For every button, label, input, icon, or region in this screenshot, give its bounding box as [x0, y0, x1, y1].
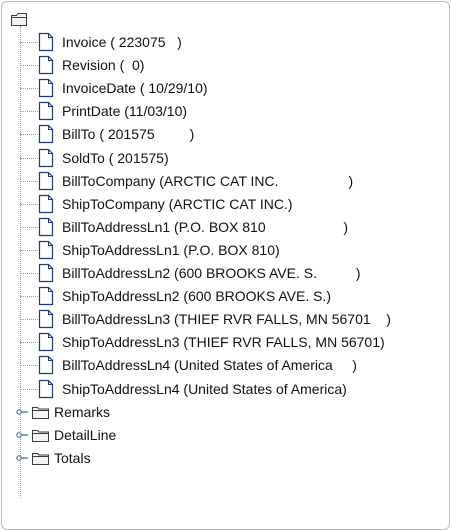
node-label: BillToAddressLn2 (600 BROOKS AVE. S. )	[62, 265, 361, 281]
tree-connector	[20, 133, 38, 135]
tree-leaf-node[interactable]: ShipToAddressLn3 (THIEF RVR FALLS, MN 56…	[20, 331, 385, 353]
tree-leaf-node[interactable]: Revision ( 0)	[20, 54, 144, 76]
node-label: ShipToCompany (ARCTIC CAT INC.)	[62, 196, 293, 212]
folder-icon	[32, 406, 49, 419]
tree-connector	[20, 157, 38, 159]
xml-tree: Invoice ( 223075 ) Revision ( 0) Invoice…	[2, 2, 449, 529]
document-icon	[38, 78, 54, 98]
node-label: Revision ( 0)	[62, 57, 145, 73]
node-label: BillToAddressLn3 (THIEF RVR FALLS, MN 56…	[62, 311, 391, 327]
document-icon	[38, 379, 54, 399]
tree-connector	[20, 272, 38, 274]
node-label: Invoice ( 223075 )	[62, 34, 182, 50]
document-icon	[38, 194, 54, 214]
node-label: Totals	[54, 450, 91, 466]
node-label: BillToAddressLn4 (United States of Ameri…	[62, 357, 357, 373]
document-icon	[38, 148, 54, 168]
tree-leaf-node[interactable]: Invoice ( 223075 )	[20, 31, 182, 53]
node-label: InvoiceDate ( 10/29/10)	[62, 80, 208, 96]
document-icon	[38, 240, 54, 260]
document-icon	[38, 217, 54, 237]
tree-leaf-node[interactable]: BillToAddressLn4 (United States of Ameri…	[20, 354, 357, 376]
tree-connector	[20, 341, 38, 343]
tree-connector	[20, 41, 38, 43]
node-label: Remarks	[54, 404, 111, 420]
document-icon	[38, 101, 54, 121]
folder-icon	[32, 452, 49, 465]
tree-connector	[20, 180, 38, 182]
document-icon	[38, 124, 54, 144]
tree-leaf-node[interactable]: ShipToAddressLn2 (600 BROOKS AVE. S.)	[20, 285, 331, 307]
node-label: DetailLine	[54, 427, 117, 443]
tree-connector	[20, 388, 38, 390]
document-icon	[38, 355, 54, 375]
tree-connector	[20, 295, 38, 297]
node-label: ShipToAddressLn2 (600 BROOKS AVE. S.)	[62, 288, 331, 304]
tree-leaf-node[interactable]: ShipToAddressLn4 (United States of Ameri…	[20, 378, 347, 400]
tree-connector	[20, 110, 38, 112]
expand-handle-icon[interactable]	[16, 407, 28, 417]
expand-handle-icon[interactable]	[16, 453, 28, 463]
tree-panel: Invoice ( 223075 ) Revision ( 0) Invoice…	[1, 1, 450, 530]
tree-folder-node[interactable]: DetailLine	[16, 424, 117, 446]
tree-leaf-node[interactable]: InvoiceDate ( 10/29/10)	[20, 77, 208, 99]
tree-leaf-node[interactable]: BillToCompany (ARCTIC CAT INC. )	[20, 170, 353, 192]
node-label: BillTo ( 201575 )	[62, 126, 195, 142]
tree-leaf-node[interactable]: BillToAddressLn2 (600 BROOKS AVE. S. )	[20, 262, 361, 284]
tree-leaf-node[interactable]: BillToAddressLn1 (P.O. BOX 810 )	[20, 216, 348, 238]
document-icon	[38, 286, 54, 306]
tree-connector	[20, 318, 38, 320]
document-icon	[38, 55, 54, 75]
tree-leaf-node[interactable]: ShipToAddressLn1 (P.O. BOX 810)	[20, 239, 280, 261]
node-label: PrintDate (11/03/10)	[62, 103, 188, 119]
node-label: ShipToAddressLn1 (P.O. BOX 810)	[62, 242, 280, 258]
tree-connector	[20, 364, 38, 366]
tree-leaf-node[interactable]: SoldTo ( 201575)	[20, 147, 169, 169]
document-icon	[38, 263, 54, 283]
tree-folder-node[interactable]: Remarks	[16, 401, 111, 423]
tree-connector	[20, 203, 38, 205]
tree-connector	[20, 87, 38, 89]
document-icon	[38, 332, 54, 352]
tree-leaf-node[interactable]: BillToAddressLn3 (THIEF RVR FALLS, MN 56…	[20, 308, 391, 330]
node-label: ShipToAddressLn4 (United States of Ameri…	[62, 381, 347, 397]
tree-folder-node[interactable]: Totals	[16, 447, 91, 469]
tree-leaf-node[interactable]: PrintDate (11/03/10)	[20, 100, 187, 122]
folder-open-icon[interactable]	[11, 13, 27, 26]
tree-connector	[20, 226, 38, 228]
folder-icon	[32, 429, 49, 442]
expand-handle-icon[interactable]	[16, 430, 28, 440]
node-label: ShipToAddressLn3 (THIEF RVR FALLS, MN 56…	[62, 334, 385, 350]
tree-leaf-node[interactable]: ShipToCompany (ARCTIC CAT INC.)	[20, 193, 293, 215]
document-icon	[38, 309, 54, 329]
tree-connector	[20, 249, 38, 251]
document-icon	[38, 171, 54, 191]
tree-connector	[20, 64, 38, 66]
document-icon	[38, 32, 54, 52]
node-label: BillToCompany (ARCTIC CAT INC. )	[62, 173, 354, 189]
node-label: SoldTo ( 201575)	[62, 150, 169, 166]
tree-leaf-node[interactable]: BillTo ( 201575 )	[20, 123, 194, 145]
node-label: BillToAddressLn1 (P.O. BOX 810 )	[62, 219, 349, 235]
